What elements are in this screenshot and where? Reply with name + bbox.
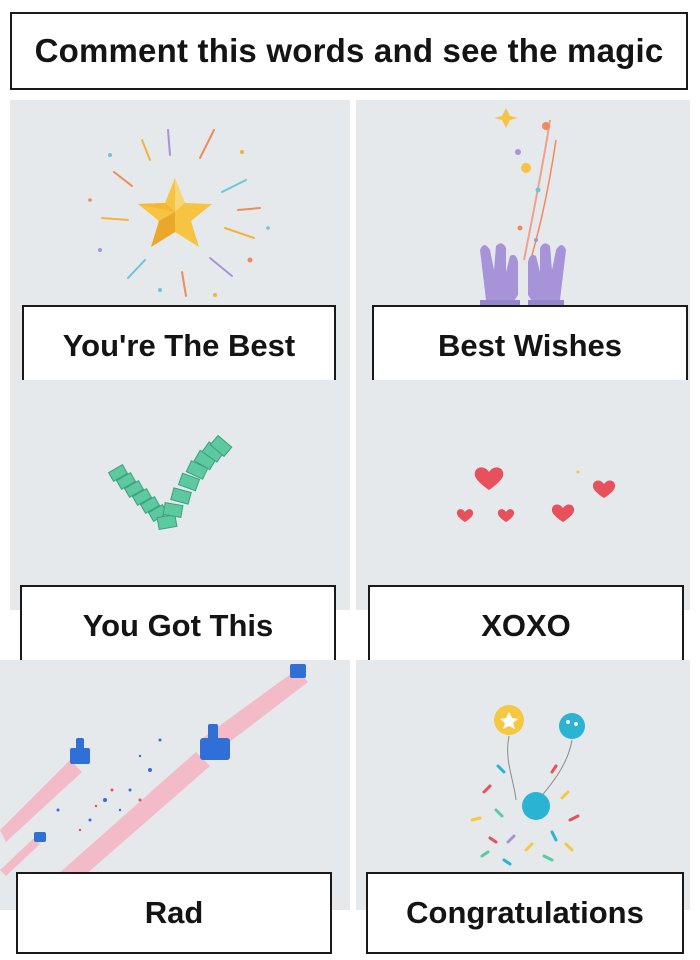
card-label-youre-the-best: You're The Best [22,305,336,387]
hearts-icon [456,467,616,522]
checkmark-icon [107,434,233,531]
card-label-you-got-this: You Got This [20,585,336,667]
panel-you-got-this [10,380,350,610]
page-title: Comment this words and see the magic [34,32,664,69]
panel-xoxo [356,380,690,610]
title-banner: Comment this words and see the magic [10,12,688,90]
card-label-xoxo: XOXO [368,585,684,667]
card-label-rad: Rad [16,872,332,954]
card-label-congratulations: Congratulations [366,872,684,954]
card-label-best-wishes: Best Wishes [372,305,688,387]
